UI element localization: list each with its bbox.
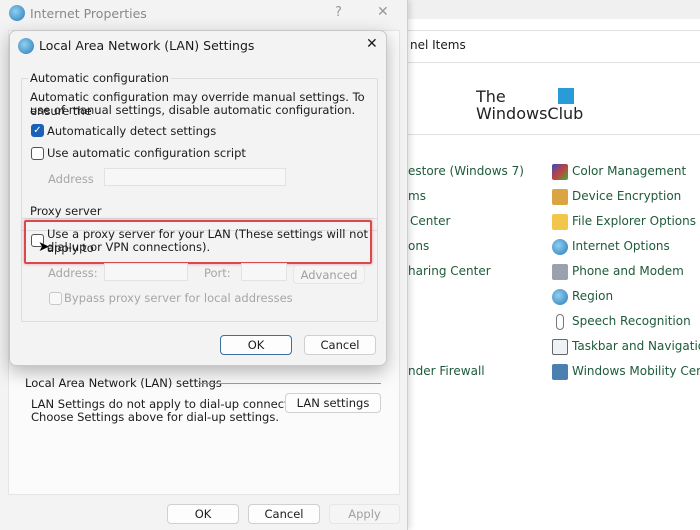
title-bar <box>400 0 700 19</box>
cp-item-taskbar-navigation[interactable]: Taskbar and Navigation <box>572 339 700 353</box>
cp-item-internet-options[interactable]: Internet Options <box>572 239 670 253</box>
cp-item-mobility-center[interactable]: Windows Mobility Cente <box>572 364 700 378</box>
cp-item-device-encryption[interactable]: Device Encryption <box>572 189 681 203</box>
apply-button[interactable]: Apply <box>329 504 400 524</box>
address-label: Address <box>48 172 94 186</box>
cp-item-phone-modem[interactable]: Phone and Modem <box>572 264 684 278</box>
lan-section-label: Local Area Network (LAN) settings <box>25 376 222 390</box>
cp-item[interactable]: ons <box>408 239 429 253</box>
color-management-icon <box>552 164 568 180</box>
logo-text-2: WindowsClub <box>476 104 584 123</box>
bypass-checkbox[interactable] <box>49 292 62 305</box>
auto-script-checkbox[interactable] <box>31 147 44 160</box>
close-button[interactable]: ✕ <box>366 36 378 52</box>
proxy-address-input[interactable] <box>104 263 188 281</box>
logo-icon <box>558 88 574 104</box>
auto-detect-checkbox[interactable]: ✓ <box>31 124 44 137</box>
port-label: Port: <box>204 266 231 280</box>
group-label: Automatic configuration <box>28 71 171 85</box>
auto-script-label[interactable]: Use automatic configuration script <box>47 146 246 160</box>
bypass-label[interactable]: Bypass proxy server for local addresses <box>64 291 293 305</box>
cp-item-speech-recognition[interactable]: Speech Recognition <box>572 314 691 328</box>
group-label: Proxy server <box>28 204 104 218</box>
lan-text-1: LAN Settings do not apply to dial-up con… <box>31 397 316 411</box>
script-address-input[interactable] <box>104 168 286 186</box>
breadcrumb[interactable]: nel Items <box>410 38 466 52</box>
cp-item[interactable]: nder Firewall <box>408 364 485 378</box>
divider <box>400 134 700 135</box>
divider <box>198 383 381 384</box>
device-encryption-icon <box>552 189 568 205</box>
window-title: Internet Properties <box>30 6 147 21</box>
cancel-button[interactable]: Cancel <box>248 504 320 524</box>
divider <box>400 30 700 31</box>
lan-settings-dialog: Local Area Network (LAN) Settings ✕ Auto… <box>9 30 387 366</box>
checkmark-icon: ✓ <box>33 125 42 136</box>
taskbar-icon <box>552 339 568 355</box>
ok-button[interactable]: OK <box>167 504 239 524</box>
divider <box>400 62 700 63</box>
auto-detect-label[interactable]: Automatically detect settings <box>47 124 216 138</box>
advanced-button[interactable]: Advanced <box>293 265 365 284</box>
region-icon <box>552 289 568 305</box>
dialog-title: Local Area Network (LAN) Settings <box>39 38 255 53</box>
proxy-port-input[interactable] <box>241 263 287 281</box>
mobility-center-icon <box>552 364 568 380</box>
lan-text-2: Choose Settings above for dial-up settin… <box>31 410 279 424</box>
proxy-address-label: Address: <box>48 266 98 280</box>
phone-modem-icon <box>552 264 568 280</box>
close-button[interactable]: ✕ <box>377 4 389 20</box>
ok-button[interactable]: OK <box>220 335 292 355</box>
lan-settings-button[interactable]: LAN settings <box>285 393 381 413</box>
auto-description-2: use of manual settings, disable automati… <box>30 103 356 117</box>
lan-dialog-icon <box>18 38 34 54</box>
cp-item[interactable]: estore (Windows 7) <box>408 164 524 178</box>
microphone-icon <box>556 314 564 330</box>
highlight-box <box>24 220 372 264</box>
cp-item-region[interactable]: Region <box>572 289 613 303</box>
file-explorer-options-icon <box>552 214 568 230</box>
cp-item[interactable]: haring Center <box>408 264 491 278</box>
help-button[interactable]: ? <box>335 5 342 20</box>
cp-item[interactable]: Center <box>410 214 450 228</box>
cp-item-file-explorer-options[interactable]: File Explorer Options <box>572 214 696 228</box>
cp-item-color-management[interactable]: Color Management <box>572 164 686 178</box>
cp-item[interactable]: ms <box>408 189 426 203</box>
internet-properties-icon <box>9 5 25 21</box>
mouse-cursor-icon: ➤ <box>38 239 50 255</box>
internet-options-icon <box>552 239 568 255</box>
cancel-button[interactable]: Cancel <box>304 335 376 355</box>
